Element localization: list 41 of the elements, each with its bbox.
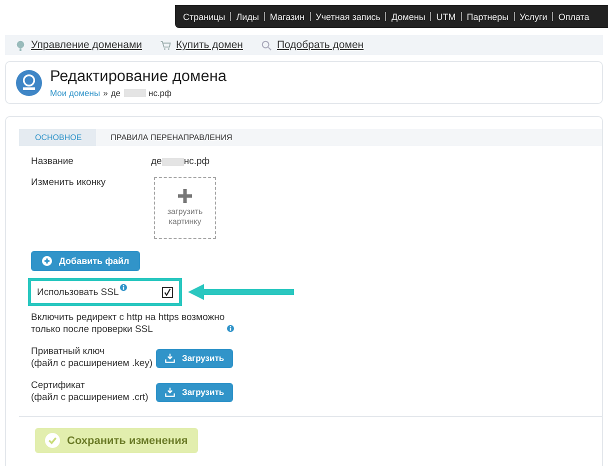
domain-name-start: де [110, 88, 120, 98]
domain-name-start: де [151, 156, 162, 167]
nav-link[interactable]: Магазин [270, 12, 305, 22]
nav-link[interactable]: Домены [391, 12, 426, 22]
download-icon [165, 353, 175, 363]
nav-link[interactable]: Услуги [520, 12, 548, 22]
nav-link[interactable]: Лиды [236, 12, 259, 22]
tab[interactable]: ПРАВИЛА ПЕРЕНАПРАВЛЕНИЯ [96, 129, 248, 146]
ssl-checkbox[interactable] [162, 286, 173, 298]
redirect-note: Включить редирект с http на https возможно только после проверки SSL [31, 312, 226, 336]
file-hint: (файл с расширением .key) [31, 358, 154, 370]
page-title: Редактирование домена [50, 68, 227, 86]
breadcrumb-separator: » [103, 88, 108, 98]
info-icon [227, 325, 234, 332]
file-hint: (файл с расширением .crt) [31, 392, 150, 404]
domain-icon [16, 70, 42, 96]
sub-nav-link[interactable]: Управление доменами [31, 39, 142, 51]
ssl-label: Использовать SSL [37, 286, 119, 298]
cart-icon [160, 40, 172, 50]
file-label: Сертификат [31, 380, 86, 392]
nav-link[interactable]: Оплата [558, 12, 590, 22]
field-label: Изменить иконку [31, 177, 107, 190]
field-label: Название [31, 156, 74, 167]
file-label: Приватный ключ [31, 346, 106, 358]
redacted-block [124, 88, 146, 96]
nav-link[interactable]: Учетная запись [316, 12, 380, 22]
nav-link[interactable]: Страницы [183, 12, 226, 22]
check-circle-icon [45, 433, 60, 448]
redacted-block [162, 158, 184, 166]
search-icon [260, 40, 272, 50]
domain-name-end: нс.рф [148, 88, 172, 98]
image-upload-area[interactable]: загрузить картинку [154, 177, 216, 239]
nav-link[interactable]: UTM [436, 12, 456, 22]
plus-icon [178, 189, 192, 203]
sub-nav-link[interactable]: Подобрать домен [276, 39, 364, 51]
sub-nav-link[interactable]: Купить домен [176, 39, 243, 51]
nav-link[interactable]: Партнеры [466, 12, 509, 22]
info-icon [120, 284, 127, 291]
download-icon [165, 387, 175, 397]
plus-circle-icon [42, 256, 52, 266]
domain-name-end: нс.рф [184, 156, 210, 167]
